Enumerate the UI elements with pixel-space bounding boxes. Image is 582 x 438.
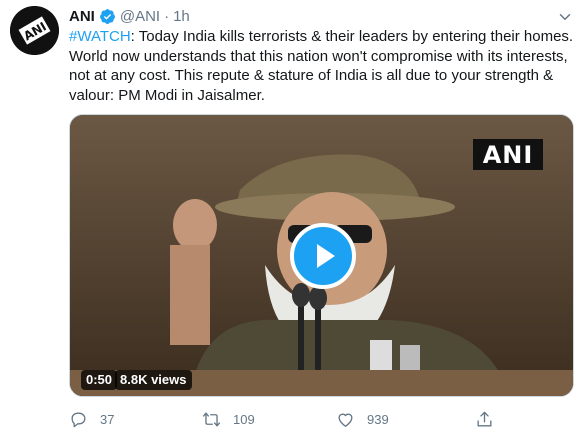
tweet-text: #WATCH: Today India kills terrorists & t… xyxy=(69,27,574,105)
user-handle[interactable]: @ANI xyxy=(120,8,160,25)
tweet-header: ANI @ANI · 1h xyxy=(69,5,190,27)
ani-watermark: ANI xyxy=(473,139,543,170)
view-count: 8.8K views xyxy=(115,370,192,390)
share-button[interactable] xyxy=(475,404,506,434)
avatar[interactable]: ANI xyxy=(10,6,59,55)
retweet-count: 109 xyxy=(233,411,255,427)
reply-button[interactable]: 37 xyxy=(69,404,114,434)
reply-icon xyxy=(71,411,86,427)
verified-badge-icon xyxy=(99,8,115,24)
display-name[interactable]: ANI xyxy=(69,8,95,25)
play-icon xyxy=(317,244,335,268)
like-button[interactable]: 939 xyxy=(336,404,389,434)
heart-icon xyxy=(338,413,353,427)
video-player[interactable]: ANI 0:50 8.8K views xyxy=(69,114,574,397)
retweet-button[interactable]: 109 xyxy=(202,404,255,434)
chevron-down-icon[interactable] xyxy=(556,8,574,26)
share-icon xyxy=(477,411,492,427)
reply-count: 37 xyxy=(100,411,115,427)
tweet-body: : Today India kills terrorists & their l… xyxy=(69,28,574,104)
tweet-actions: 37 109 939 xyxy=(69,404,574,434)
separator-dot: · xyxy=(164,7,170,25)
ani-logo-icon: ANI xyxy=(10,6,59,55)
retweet-icon xyxy=(202,411,221,427)
video-duration: 0:50 xyxy=(81,370,118,390)
timestamp[interactable]: 1h xyxy=(173,8,190,25)
play-button[interactable] xyxy=(290,223,356,289)
hashtag-link[interactable]: #WATCH xyxy=(69,28,131,45)
tweet[interactable]: ANI ANI @ANI · 1h #WATCH: Today India ki… xyxy=(0,0,582,438)
like-count: 939 xyxy=(367,411,389,427)
